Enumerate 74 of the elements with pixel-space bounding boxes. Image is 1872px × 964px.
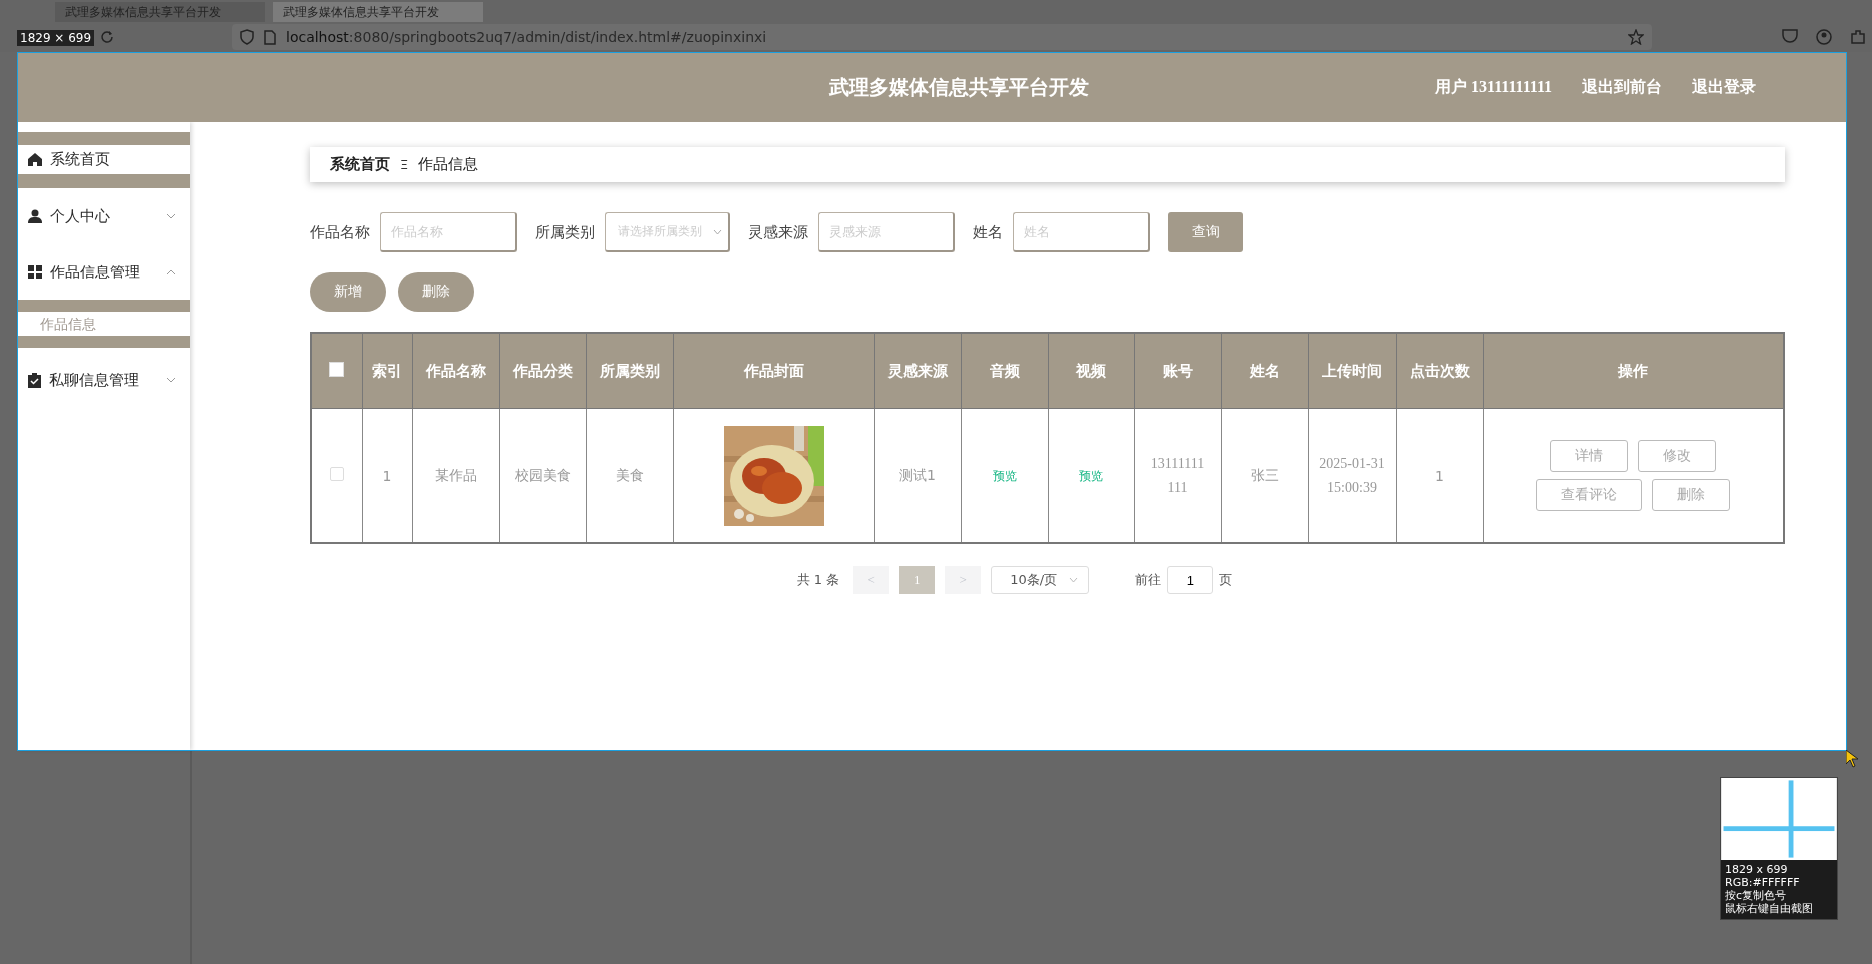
- column-header: 账号: [1134, 333, 1221, 409]
- preview-link[interactable]: 预览: [1079, 468, 1103, 483]
- page-number-field[interactable]: 1: [1167, 566, 1214, 594]
- browser-tab[interactable]: 武理多媒体信息共享平台开发: [273, 2, 483, 22]
- filter-label: 灵感来源: [748, 222, 808, 242]
- shield-icon: [240, 29, 254, 45]
- reload-icon[interactable]: [100, 30, 114, 44]
- selection-frame[interactable]: [17, 52, 1847, 751]
- color-value: RGB:#FFFFFF: [1725, 876, 1801, 889]
- breadcrumb-link[interactable]: 系统首页: [330, 155, 390, 174]
- preview-link[interactable]: 预览: [992, 468, 1017, 483]
- grid-icon: [28, 265, 42, 279]
- cursor-icon: [1846, 750, 1860, 768]
- filter-label: 所属类别: [535, 222, 595, 242]
- column-header: 所属类别: [586, 333, 673, 409]
- column-header: 音频: [961, 333, 1048, 409]
- address-bar[interactable]: localhost:8080/springboots2uq7/admin/dist/index.html#/zuopinxinxi: [232, 24, 1652, 50]
- copy-hint: 按c复制色号: [1725, 889, 1788, 902]
- chevron-up-icon: [166, 269, 176, 275]
- chevron-down-icon: [166, 213, 176, 219]
- menu-item[interactable]: 私聊信息管理: [18, 352, 190, 408]
- column-header: 操作: [1483, 333, 1784, 409]
- page-unit-label: 页: [1219, 571, 1233, 589]
- previous-page-button[interactable]: <: [853, 566, 890, 594]
- chevron-down-icon: [166, 377, 176, 383]
- column-header: 索引: [362, 333, 412, 409]
- row-action-button[interactable]: 修改: [1638, 440, 1717, 472]
- puzzle-icon[interactable]: [1850, 29, 1866, 45]
- filter-label: 姓名: [973, 222, 1003, 242]
- search-button[interactable]: 查询: [1168, 212, 1243, 252]
- column-header: 视频: [1048, 333, 1134, 409]
- url-text: localhost:8080/springboots2uq7/admin/dist/index.html#/zuopinxinxi: [286, 29, 768, 45]
- page-button[interactable]: 1: [899, 566, 936, 594]
- action-button[interactable]: 删除: [398, 272, 474, 312]
- user-label: 用户 13111111111: [1435, 76, 1552, 97]
- column-header: 姓名: [1221, 333, 1308, 409]
- header-link[interactable]: 退出登录: [1692, 76, 1756, 98]
- magnifier-size: 1829 x 699: [1725, 863, 1789, 876]
- column-header: 点击次数: [1396, 333, 1483, 409]
- chevron-down-icon: [1069, 577, 1079, 583]
- pocket-icon[interactable]: [1782, 29, 1798, 43]
- account-icon[interactable]: [1816, 29, 1832, 45]
- home-icon: [28, 153, 42, 166]
- menu-item[interactable]: 作品信息管理: [18, 244, 190, 300]
- star-icon[interactable]: [1628, 29, 1644, 45]
- next-page-button[interactable]: >: [945, 566, 982, 594]
- action-button[interactable]: 新增: [310, 272, 386, 312]
- user-icon: [28, 209, 42, 223]
- page-icon: [264, 29, 276, 45]
- column-header: 上传时间: [1308, 333, 1396, 409]
- clipboard-icon: [28, 372, 41, 388]
- size-label: 1829 × 699: [17, 30, 95, 46]
- select-all-checkbox[interactable]: [329, 361, 345, 377]
- menu-item[interactable]: 个人中心: [18, 188, 190, 244]
- total-count: 共 1 条: [796, 571, 840, 589]
- row-action-button[interactable]: 查看评论: [1536, 479, 1643, 511]
- site-title: 武理多媒体信息共享平台开发: [829, 73, 1089, 101]
- row-action-button[interactable]: 详情: [1550, 440, 1629, 472]
- breadcrumb-separator: Ξ: [400, 157, 409, 172]
- column-header: 作品分类: [499, 333, 586, 409]
- submenu-item[interactable]: 作品信息: [18, 300, 190, 348]
- crop-hint: 鼠标右键自由截图: [1725, 902, 1814, 915]
- filter-label: 作品名称: [310, 222, 370, 242]
- page-size-select[interactable]: 10条/页: [991, 566, 1090, 594]
- chevron-down-icon: [713, 228, 722, 235]
- column-header: 作品封面: [673, 333, 874, 409]
- breadcrumb-current: 作品信息: [418, 155, 479, 174]
- column-header: 作品名称: [412, 333, 499, 409]
- header-link[interactable]: 退出到前台: [1582, 76, 1662, 98]
- row-action-button[interactable]: 删除: [1652, 479, 1731, 511]
- menu-item[interactable]: 系统首页: [18, 132, 190, 188]
- goto-label: 前往: [1135, 571, 1162, 589]
- column-header: 灵感来源: [874, 333, 961, 409]
- row-checkbox[interactable]: [329, 467, 344, 481]
